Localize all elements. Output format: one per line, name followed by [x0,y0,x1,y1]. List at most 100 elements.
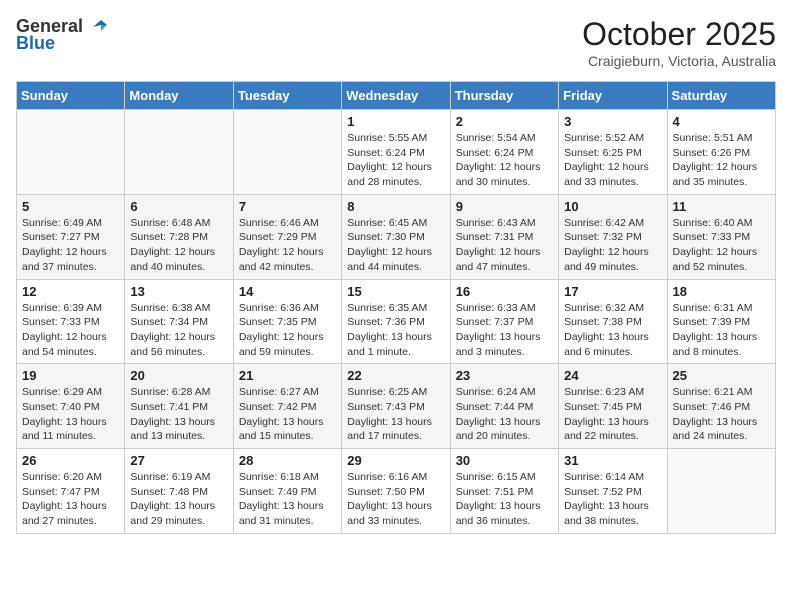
calendar-cell: 13Sunrise: 6:38 AMSunset: 7:34 PMDayligh… [125,279,233,364]
calendar-cell: 29Sunrise: 6:16 AMSunset: 7:50 PMDayligh… [342,449,450,534]
calendar-cell: 1 Sunrise: 5:55 AMSunset: 6:24 PMDaylight… [342,110,450,195]
calendar-cell: 14Sunrise: 6:36 AMSunset: 7:35 PMDayligh… [233,279,341,364]
day-info: Sunrise: 6:48 AMSunset: 7:28 PMDaylight:… [130,216,227,275]
day-info: Sunrise: 6:15 AMSunset: 7:51 PMDaylight:… [456,470,553,529]
calendar-cell: 6 Sunrise: 6:48 AMSunset: 7:28 PMDaylight… [125,194,233,279]
calendar-cell: 22 Sunrise: 6:25 AMSunset: 7:43 PMDayligh… [342,364,450,449]
day-info: Sunrise: 6:28 AMSunset: 7:41 PMDaylight:… [130,385,227,444]
day-number: 4 [673,114,770,129]
calendar-cell: 5Sunrise: 6:49 AMSunset: 7:27 PMDaylight… [17,194,125,279]
day-number: 10 [564,199,661,214]
day-info: Sunrise: 6:18 AMSunset: 7:49 PMDaylight:… [239,470,336,529]
calendar-header-saturday: Saturday [667,82,775,110]
day-info: Sunrise: 6:20 AMSunset: 7:47 PMDaylight:… [22,470,119,529]
calendar-cell: 16 Sunrise: 6:33 AMSunset: 7:37 PMDayligh… [450,279,558,364]
calendar-cell: 26 Sunrise: 6:20 AMSunset: 7:47 PMDayligh… [17,449,125,534]
calendar-header-row: SundayMondayTuesdayWednesdayThursdayFrid… [17,82,776,110]
day-number: 16 [456,284,553,299]
day-info: Sunrise: 6:35 AMSunset: 7:36 PMDaylight:… [347,301,444,360]
day-info: Sunrise: 6:14 AMSunset: 7:52 PMDaylight:… [564,470,661,529]
day-number: 26 [22,453,119,468]
day-info: Sunrise: 6:27 AMSunset: 7:42 PMDaylight:… [239,385,336,444]
day-number: 14 [239,284,336,299]
day-number: 24 [564,368,661,383]
calendar-cell: 31 Sunrise: 6:14 AMSunset: 7:52 PMDayligh… [559,449,667,534]
day-info: Sunrise: 6:39 AMSunset: 7:33 PMDaylight:… [22,301,119,360]
calendar-cell: 24 Sunrise: 6:23 AMSunset: 7:45 PMDayligh… [559,364,667,449]
calendar-header-friday: Friday [559,82,667,110]
calendar-cell: 28 Sunrise: 6:18 AMSunset: 7:49 PMDayligh… [233,449,341,534]
calendar-cell: 4Sunrise: 5:51 AMSunset: 6:26 PMDaylight… [667,110,775,195]
calendar-header-monday: Monday [125,82,233,110]
day-info: Sunrise: 6:19 AMSunset: 7:48 PMDaylight:… [130,470,227,529]
day-number: 11 [673,199,770,214]
day-number: 12 [22,284,119,299]
day-info: Sunrise: 6:40 AMSunset: 7:33 PMDaylight:… [673,216,770,275]
day-number: 31 [564,453,661,468]
day-number: 6 [130,199,227,214]
month-title: October 2025 [582,16,776,53]
logo: General Blue [16,16,109,54]
day-info: Sunrise: 6:43 AMSunset: 7:31 PMDaylight:… [456,216,553,275]
calendar-header-wednesday: Wednesday [342,82,450,110]
day-number: 3 [564,114,661,129]
day-info: Sunrise: 6:25 AMSunset: 7:43 PMDaylight:… [347,385,444,444]
calendar-week-row: 12 Sunrise: 6:39 AMSunset: 7:33 PMDayligh… [17,279,776,364]
calendar-cell: 15Sunrise: 6:35 AMSunset: 7:36 PMDayligh… [342,279,450,364]
calendar-cell: 7 Sunrise: 6:46 AMSunset: 7:29 PMDaylight… [233,194,341,279]
calendar-header-thursday: Thursday [450,82,558,110]
calendar-cell: 30 Sunrise: 6:15 AMSunset: 7:51 PMDayligh… [450,449,558,534]
day-info: Sunrise: 6:31 AMSunset: 7:39 PMDaylight:… [673,301,770,360]
calendar-cell [125,110,233,195]
day-number: 7 [239,199,336,214]
day-info: Sunrise: 6:46 AMSunset: 7:29 PMDaylight:… [239,216,336,275]
calendar-cell: 18 Sunrise: 6:31 AMSunset: 7:39 PMDayligh… [667,279,775,364]
day-number: 5 [22,199,119,214]
calendar-cell: 11 Sunrise: 6:40 AMSunset: 7:33 PMDayligh… [667,194,775,279]
calendar-cell: 12 Sunrise: 6:39 AMSunset: 7:33 PMDayligh… [17,279,125,364]
day-number: 21 [239,368,336,383]
calendar-cell: 8 Sunrise: 6:45 AMSunset: 7:30 PMDaylight… [342,194,450,279]
day-info: Sunrise: 6:45 AMSunset: 7:30 PMDaylight:… [347,216,444,275]
day-info: Sunrise: 6:33 AMSunset: 7:37 PMDaylight:… [456,301,553,360]
day-number: 8 [347,199,444,214]
day-number: 20 [130,368,227,383]
calendar-cell: 10 Sunrise: 6:42 AMSunset: 7:32 PMDayligh… [559,194,667,279]
title-block: October 2025 Craigieburn, Victoria, Aust… [582,16,776,69]
calendar-cell: 25 Sunrise: 6:21 AMSunset: 7:46 PMDayligh… [667,364,775,449]
calendar-cell: 3Sunrise: 5:52 AMSunset: 6:25 PMDaylight… [559,110,667,195]
day-info: Sunrise: 5:55 AMSunset: 6:24 PMDaylight:… [347,131,444,190]
day-number: 27 [130,453,227,468]
calendar-cell: 2Sunrise: 5:54 AMSunset: 6:24 PMDaylight… [450,110,558,195]
day-number: 23 [456,368,553,383]
calendar-week-row: 5Sunrise: 6:49 AMSunset: 7:27 PMDaylight… [17,194,776,279]
calendar-cell: 19 Sunrise: 6:29 AMSunset: 7:40 PMDayligh… [17,364,125,449]
day-number: 30 [456,453,553,468]
day-number: 28 [239,453,336,468]
calendar-cell: 9Sunrise: 6:43 AMSunset: 7:31 PMDaylight… [450,194,558,279]
calendar-header-tuesday: Tuesday [233,82,341,110]
day-info: Sunrise: 6:38 AMSunset: 7:34 PMDaylight:… [130,301,227,360]
calendar-cell [233,110,341,195]
calendar-cell: 23 Sunrise: 6:24 AMSunset: 7:44 PMDayligh… [450,364,558,449]
day-info: Sunrise: 6:23 AMSunset: 7:45 PMDaylight:… [564,385,661,444]
calendar-cell [17,110,125,195]
day-number: 22 [347,368,444,383]
calendar-header-sunday: Sunday [17,82,125,110]
calendar-table: SundayMondayTuesdayWednesdayThursdayFrid… [16,81,776,534]
day-info: Sunrise: 6:29 AMSunset: 7:40 PMDaylight:… [22,385,119,444]
day-info: Sunrise: 6:42 AMSunset: 7:32 PMDaylight:… [564,216,661,275]
calendar-cell: 21 Sunrise: 6:27 AMSunset: 7:42 PMDayligh… [233,364,341,449]
day-number: 25 [673,368,770,383]
day-info: Sunrise: 6:21 AMSunset: 7:46 PMDaylight:… [673,385,770,444]
calendar-week-row: 19 Sunrise: 6:29 AMSunset: 7:40 PMDayligh… [17,364,776,449]
day-number: 19 [22,368,119,383]
day-number: 2 [456,114,553,129]
day-number: 18 [673,284,770,299]
day-info: Sunrise: 6:16 AMSunset: 7:50 PMDaylight:… [347,470,444,529]
day-number: 1 [347,114,444,129]
calendar-week-row: 26 Sunrise: 6:20 AMSunset: 7:47 PMDayligh… [17,449,776,534]
calendar-cell [667,449,775,534]
location-text: Craigieburn, Victoria, Australia [582,53,776,69]
day-info: Sunrise: 6:24 AMSunset: 7:44 PMDaylight:… [456,385,553,444]
